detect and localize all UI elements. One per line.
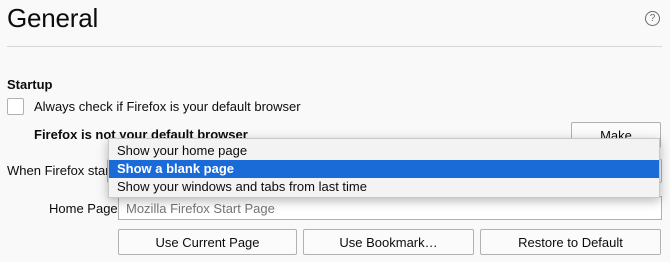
divider: [7, 46, 662, 47]
dropdown-option-blank-page[interactable]: Show a blank page: [109, 160, 659, 178]
homepage-label: Home Page:: [49, 201, 122, 216]
default-browser-checkbox[interactable]: [7, 98, 24, 115]
startup-select-label: When Firefox starts:: [7, 163, 124, 178]
use-current-page-button[interactable]: Use Current Page: [118, 229, 297, 255]
dropdown-option-home-page[interactable]: Show your home page: [109, 142, 659, 160]
homepage-input[interactable]: [118, 196, 662, 220]
startup-dropdown-menu: Show your home page Show a blank page Sh…: [108, 138, 660, 198]
help-icon[interactable]: ?: [645, 11, 660, 26]
startup-heading: Startup: [7, 77, 53, 92]
dropdown-option-restore-session[interactable]: Show your windows and tabs from last tim…: [109, 178, 659, 196]
restore-default-button[interactable]: Restore to Default: [480, 229, 661, 255]
use-bookmark-button[interactable]: Use Bookmark…: [303, 229, 474, 255]
default-browser-checkbox-label[interactable]: Always check if Firefox is your default …: [34, 99, 301, 114]
page-title: General: [7, 3, 99, 33]
